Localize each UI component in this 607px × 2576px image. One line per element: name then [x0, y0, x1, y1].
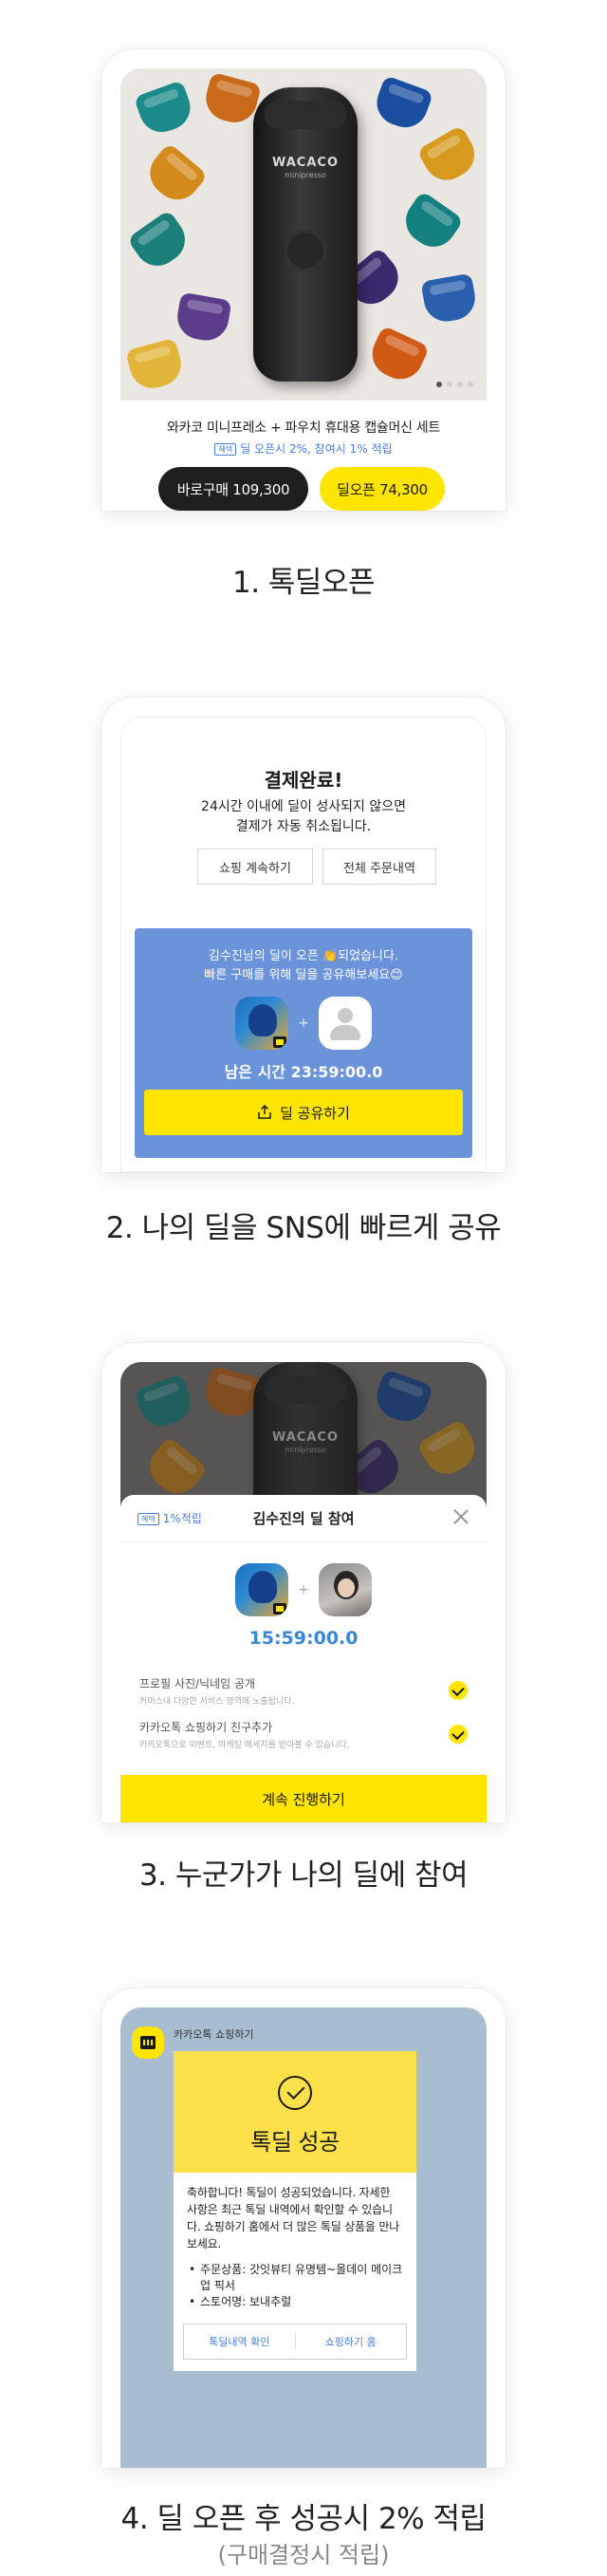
- deal-participants: +: [135, 997, 472, 1050]
- condition-desc: 카카오톡으로 이벤트, 마케팅 메세지를 받아볼 수 있습니다.: [139, 1741, 350, 1750]
- check-icon[interactable]: [449, 1725, 468, 1744]
- benefit-line: 혜택 딜 오픈시 2%, 참여시 1% 적립: [120, 440, 487, 457]
- deal-join-screen: WACACO minipresso 혜택 1%적립 김수진의 딜 참여 + 15:…: [120, 1362, 487, 1822]
- message-header: 톡딜 성공: [174, 2051, 416, 2173]
- check-icon[interactable]: [449, 1681, 468, 1700]
- capsule-machine: WACACO minipresso: [253, 87, 358, 382]
- continue-shopping-button[interactable]: 쇼핑 계속하기: [197, 849, 313, 885]
- phone-mockup-step2: 결제완료! 24시간 이내에 딜이 성사되지 않으면 결제가 자동 취소됩니다.…: [101, 698, 506, 1172]
- payment-complete-message: 24시간 이내에 딜이 성사되지 않으면 결제가 자동 취소됩니다.: [121, 797, 486, 837]
- message-actions: 톡딜내역 확인 쇼핑하기 홈: [183, 2324, 407, 2360]
- order-details: 주문상품: 갓잇뷰티 유명템~올데이 메이크업 픽서 스토어명: 보내추럴: [174, 2256, 416, 2314]
- crown-icon: [273, 1603, 287, 1615]
- payment-complete-card: 결제완료! 24시간 이내에 딜이 성사되지 않으면 결제가 자동 취소됩니다.…: [121, 718, 486, 931]
- message-line-2: 결제가 자동 취소됩니다.: [235, 819, 372, 834]
- chat-background: 카카오톡 쇼핑하기 톡딜 성공 축하합니다! 톡딜이 성공되었습니다. 자세한 …: [120, 2007, 487, 2468]
- list-item: 스토어명: 보내추럴: [187, 2294, 403, 2310]
- payment-complete-title: 결제완료!: [264, 769, 343, 792]
- close-icon[interactable]: [451, 1506, 471, 1527]
- plus-icon: +: [298, 1582, 309, 1597]
- step4-subcaption: (구매결정시 적립): [217, 2542, 390, 2568]
- carousel-dots[interactable]: [436, 382, 473, 387]
- crown-icon: [273, 1036, 287, 1048]
- share-icon: [258, 1105, 271, 1119]
- sender-name: 카카오톡 쇼핑하기: [174, 2028, 254, 2041]
- condition-desc: 커머스내 다양한 서비스 영역에 노출됩니다.: [139, 1697, 295, 1707]
- share-button-label: 딜 공유하기: [280, 1104, 350, 1122]
- deal-share-button[interactable]: 딜 공유하기: [144, 1090, 463, 1135]
- deal-success-message: 톡딜 성공 축하합니다! 톡딜이 성공되었습니다. 자세한 사항은 최근 톡딜 …: [174, 2051, 416, 2371]
- deal-participants: +: [120, 1563, 487, 1616]
- condition-add-friend[interactable]: 카카오톡 쇼핑하기 친구추가 카카오톡으로 이벤트, 마케팅 메세지를 받아볼 …: [139, 1719, 468, 1750]
- machine-model: minipresso: [285, 171, 326, 179]
- remaining-time: 남은 시간 23:59:00.0: [224, 1063, 383, 1081]
- product-photo-dimmed: WACACO minipresso: [120, 1362, 487, 1514]
- condition-profile[interactable]: 프로필 사진/닉네임 공개 커머스내 다양한 서비스 영역에 노출됩니다.: [139, 1675, 468, 1707]
- friend-avatar: [318, 1563, 372, 1616]
- check-circle-icon: [278, 2076, 312, 2110]
- all-orders-button[interactable]: 전체 주문내역: [322, 849, 436, 885]
- store-icon: [132, 2026, 164, 2059]
- buy-now-button[interactable]: 바로구매 109,300: [158, 467, 308, 511]
- share-line-2: 빠른 구매를 위해 딜을 공유해보세요😊: [204, 968, 403, 982]
- machine-brand: WACACO: [271, 156, 339, 170]
- deal-history-button[interactable]: 톡딜내역 확인: [184, 2334, 295, 2349]
- phone-mockup-step1: WACACO minipresso 와카코 미니프레소 + 파우치 휴대용 캡슐…: [101, 49, 506, 511]
- message-line-1: 24시간 이내에 딜이 성사되지 않으면: [201, 799, 406, 814]
- message-headline: 톡딜 성공: [250, 2129, 340, 2156]
- step4-caption: 4. 딜 오픈 후 성공시 2% 적립: [120, 2502, 487, 2536]
- continue-button[interactable]: 계속 진행하기: [120, 1775, 487, 1822]
- avatar: [235, 997, 289, 1050]
- avatar: [235, 1563, 289, 1616]
- sheet-title: 김수진의 딜 참여: [252, 1510, 355, 1527]
- condition-title: 프로필 사진/닉네임 공개: [139, 1677, 256, 1690]
- product-screen: WACACO minipresso 와카코 미니프레소 + 파우치 휴대용 캡슐…: [120, 68, 487, 511]
- product-title: 와카코 미니프레소 + 파우치 휴대용 캡슐머신 세트: [167, 420, 440, 436]
- plus-icon: +: [298, 1016, 309, 1031]
- chat-screen: 카카오톡 쇼핑하기 톡딜 성공 축하합니다! 톡딜이 성공되었습니다. 자세한 …: [120, 2007, 487, 2468]
- phone-mockup-step4: 카카오톡 쇼핑하기 톡딜 성공 축하합니다! 톡딜이 성공되었습니다. 자세한 …: [101, 1988, 506, 2468]
- deal-open-button[interactable]: 딜오픈 74,300: [320, 467, 445, 511]
- deal-share-card: 김수진님의 딜이 오픈 👏되었습니다. 빠른 구매를 위해 딜을 공유해보세요😊…: [135, 928, 472, 1158]
- dim-overlay[interactable]: [120, 1362, 487, 1514]
- share-message: 김수진님의 딜이 오픈 👏되었습니다. 빠른 구매를 위해 딜을 공유해보세요😊: [135, 947, 472, 985]
- payment-complete-screen: 결제완료! 24시간 이내에 딜이 성사되지 않으면 결제가 자동 취소됩니다.…: [120, 717, 487, 1172]
- product-photo: WACACO minipresso: [120, 68, 487, 401]
- step1-caption: 1. 톡딜오픈: [231, 566, 376, 600]
- message-body: 축하합니다! 톡딜이 성공되었습니다. 자세한 사항은 최근 톡딜 내역에서 확…: [187, 2186, 400, 2250]
- product-info: 와카코 미니프레소 + 파우치 휴대용 캡슐머신 세트 혜택 딜 오픈시 2%, …: [120, 401, 487, 511]
- share-line-1: 김수진님의 딜이 오픈 👏되었습니다.: [208, 949, 399, 963]
- deal-timer: 15:59:00.0: [248, 1628, 359, 1649]
- list-item: 주문상품: 갓잇뷰티 유명템~올데이 메이크업 픽서: [187, 2262, 403, 2294]
- condition-title: 카카오톡 쇼핑하기 친구추가: [139, 1721, 273, 1734]
- deal-join-sheet: 혜택 1%적립 김수진의 딜 참여 + 15:59:00.0 프로필 사진/닉네임…: [120, 1495, 487, 1822]
- empty-avatar-icon: [318, 997, 372, 1050]
- phone-mockup-step3: WACACO minipresso 혜택 1%적립 김수진의 딜 참여 + 15:…: [101, 1343, 506, 1822]
- benefit-text: 딜 오픈시 2%, 참여시 1% 적립: [240, 442, 393, 456]
- step3-caption: 3. 누군가가 나의 딜에 참여: [138, 1858, 469, 1893]
- step2-caption: 2. 나의 딜을 SNS에 빠르게 공유: [105, 1211, 502, 1245]
- shopping-home-button[interactable]: 쇼핑하기 홈: [296, 2334, 407, 2349]
- benefit-badge: 혜택: [214, 443, 237, 456]
- sheet-header: 혜택 1%적립 김수진의 딜 참여: [120, 1495, 487, 1542]
